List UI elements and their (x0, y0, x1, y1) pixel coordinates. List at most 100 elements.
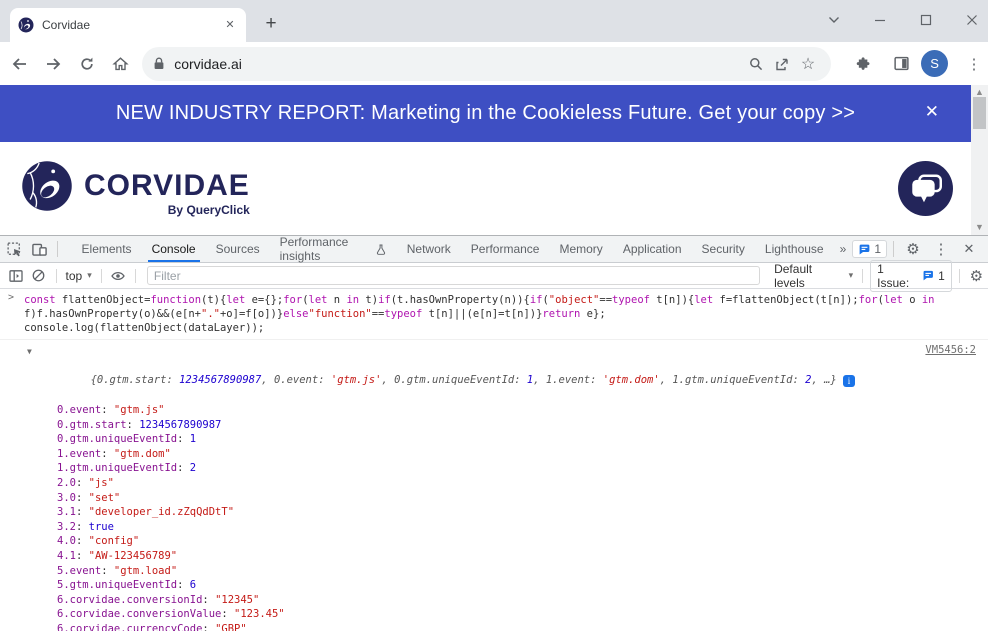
devtools-tab-performance-insights[interactable]: Performance insights (270, 236, 397, 262)
chevron-down-icon: ▾ (87, 270, 92, 281)
window-maximize-button[interactable] (916, 10, 936, 30)
property-key: 4.1 (57, 550, 76, 562)
object-property-row: 6.corvidae.currencyCode: "GBP" (40, 622, 980, 631)
collapse-triangle-icon[interactable]: ▼ (27, 344, 32, 359)
devtools-tabbar: Elements ConsoleSources Performance insigh… (0, 236, 988, 263)
forward-button[interactable] (40, 50, 68, 78)
more-tabs-button[interactable]: » (834, 242, 853, 256)
property-key: 3.0 (57, 492, 76, 504)
tab-title: Corvidae (42, 18, 222, 32)
url-text: corvidae.ai (174, 56, 743, 72)
tabbar-issues-button[interactable]: 1 (852, 240, 887, 258)
devtools-tab-elements[interactable]: Elements (72, 236, 142, 262)
property-value: 6 (190, 579, 196, 591)
scrollbar-up-icon[interactable]: ▲ (975, 88, 984, 97)
console-filter-input[interactable] (147, 266, 760, 285)
object-property-row: 4.0: "config" (40, 534, 980, 549)
issue-count: 1 (938, 269, 945, 283)
banner-close-icon[interactable]: ✕ (925, 102, 939, 122)
scrollbar-thumb[interactable] (973, 97, 986, 129)
console-sidebar-toggle-icon[interactable] (4, 264, 27, 288)
devtools-tab-sources[interactable]: Sources (206, 236, 270, 262)
object-property-row: 6.corvidae.conversionValue: "123.45" (40, 607, 980, 622)
property-value: "gtm.load" (114, 565, 177, 577)
devtools-menu-icon[interactable]: ⋮ (928, 236, 954, 262)
console-input-message: > const flattenObject=function(t){let e=… (0, 289, 988, 340)
inspect-element-icon[interactable] (2, 236, 27, 262)
console-result-message: ▼ {0.gtm.start: 1234567890987, 0.event: … (0, 340, 988, 631)
devtools-tab-label: Elements (82, 242, 132, 256)
live-expression-eye-icon[interactable] (107, 264, 130, 288)
issue-bubble-icon (858, 243, 871, 256)
devtools-tab-security[interactable]: Security (692, 236, 755, 262)
home-button[interactable] (107, 50, 135, 78)
console-input-chevron-icon: > (8, 292, 14, 303)
object-property-row: 5.gtm.uniqueEventId: 6 (40, 578, 980, 593)
devtools-tab-application[interactable]: Application (613, 236, 692, 262)
property-value: "gtm.dom" (114, 448, 171, 460)
device-toolbar-icon[interactable] (27, 236, 52, 262)
bookmark-star-icon[interactable]: ☆ (795, 51, 821, 77)
property-value: "developer_id.zZqQdDtT" (89, 506, 234, 518)
code-line: f)f.hasOwnProperty(o)&&(e[n+"."+o]=f[o])… (24, 307, 980, 321)
property-key: 1.event (57, 448, 101, 460)
back-button[interactable] (6, 50, 34, 78)
console-settings-icon[interactable]: ⚙ (965, 264, 988, 288)
devtools-tab-console[interactable]: Console (142, 236, 206, 262)
new-tab-button[interactable]: + (258, 11, 284, 37)
browser-toolbar: corvidae.ai ☆ S ⋮ (0, 42, 988, 85)
devtools-tab-memory[interactable]: Memory (549, 236, 612, 262)
property-key: 2.0 (57, 477, 76, 489)
property-value: 2 (190, 462, 196, 474)
corvidae-logo[interactable]: CORVIDAE By QueryClick (20, 159, 250, 217)
log-levels-selector[interactable]: Default levels ▾ (770, 262, 857, 290)
share-icon[interactable] (769, 51, 795, 77)
source-link[interactable]: VM5456:2 (925, 344, 976, 356)
object-property-row: 5.event: "gtm.load" (40, 564, 980, 579)
window-minimize-button[interactable] (870, 10, 890, 30)
devtools-tab-label: Performance insights (280, 235, 371, 263)
code-line: console.log(flattenObject(dataLayer)); (24, 321, 980, 335)
object-property-row: 6.corvidae.conversionId: "12345" (40, 593, 980, 608)
search-icon[interactable] (743, 51, 769, 77)
scrollbar-down-icon[interactable]: ▼ (975, 223, 984, 232)
browser-menu-icon[interactable]: ⋮ (960, 50, 988, 78)
context-label: top (66, 269, 83, 283)
object-property-row: 3.1: "developer_id.zZqQdDtT" (40, 505, 980, 520)
side-panel-icon[interactable] (887, 50, 915, 78)
object-property-row: 3.2: true (40, 520, 980, 535)
favicon-corvidae (18, 17, 34, 33)
extensions-icon[interactable] (847, 50, 875, 78)
window-chevron-button[interactable] (824, 10, 844, 30)
object-property-row: 4.1: "AW-123456789" (40, 549, 980, 564)
console-context-selector[interactable]: top ▾ (62, 269, 96, 283)
devtools-tab-performance[interactable]: Performance (461, 236, 550, 262)
promo-banner[interactable]: NEW INDUSTRY REPORT: Marketing in the Co… (0, 85, 971, 142)
devtools-tab-lighthouse[interactable]: Lighthouse (755, 236, 834, 262)
property-key: 0.gtm.uniqueEventId (57, 433, 177, 445)
console-issues-button[interactable]: 1 Issue: 1 (870, 260, 952, 292)
devtools-close-icon[interactable]: ✕ (956, 236, 982, 262)
property-key: 4.0 (57, 535, 76, 547)
devtools-tab-network[interactable]: Network (397, 236, 461, 262)
corvidae-bird-icon (20, 159, 74, 213)
address-bar[interactable]: corvidae.ai ☆ (142, 47, 831, 81)
info-badge-icon[interactable]: i (843, 375, 855, 387)
property-value: "GBP" (215, 623, 247, 631)
property-key: 6.corvidae.conversionId (57, 594, 202, 606)
reload-button[interactable] (73, 50, 101, 78)
devtools-settings-icon[interactable]: ⚙ (900, 236, 926, 262)
chat-widget-button[interactable] (897, 160, 954, 217)
lock-icon (152, 56, 166, 71)
tab-close-button[interactable]: ✕ (222, 17, 238, 33)
property-key: 6.corvidae.currencyCode (57, 623, 202, 631)
clear-console-icon[interactable] (27, 264, 50, 288)
window-close-button[interactable] (962, 10, 982, 30)
promo-banner-text[interactable]: NEW INDUSTRY REPORT: Marketing in the Co… (116, 102, 855, 125)
devtools-tab-label: Security (702, 242, 745, 256)
browser-tab-corvidae[interactable]: Corvidae ✕ (10, 8, 246, 42)
profile-avatar[interactable]: S (921, 50, 948, 77)
page-scrollbar[interactable]: ▲ ▼ (971, 85, 988, 235)
object-preview[interactable]: ▼ {0.gtm.start: 1234567890987, 0.event: … (40, 343, 980, 403)
flask-icon (375, 243, 387, 256)
